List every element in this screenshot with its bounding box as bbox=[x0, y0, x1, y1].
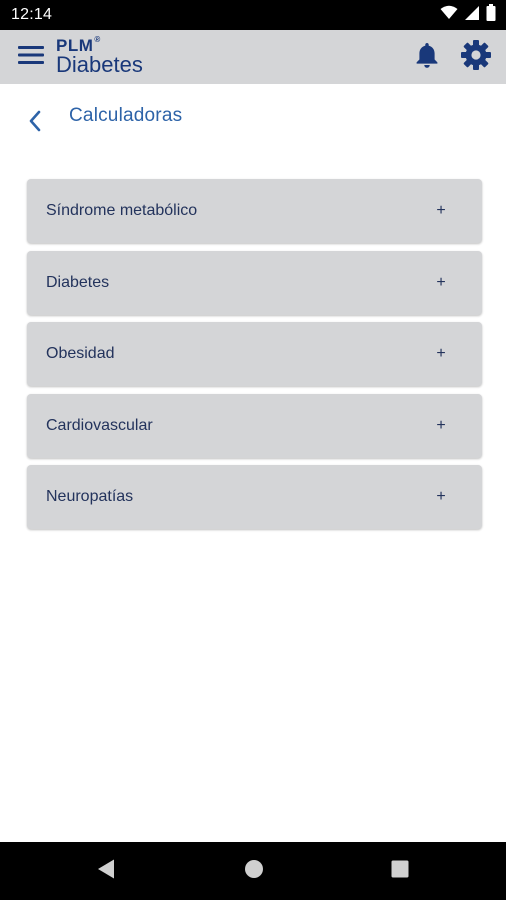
battery-icon bbox=[486, 4, 496, 26]
settings-button[interactable] bbox=[459, 39, 493, 76]
calculator-item-label: Cardiovascular bbox=[46, 416, 153, 434]
system-nav-bar bbox=[0, 842, 506, 900]
logo-product: Diabetes bbox=[56, 52, 143, 77]
expand-plus-icon[interactable]: + bbox=[433, 202, 449, 220]
menu-button[interactable] bbox=[16, 44, 46, 70]
calculator-item-neuropatias[interactable]: Neuropatías + bbox=[27, 465, 482, 529]
back-button[interactable] bbox=[20, 106, 50, 140]
expand-plus-icon[interactable]: + bbox=[433, 274, 449, 292]
notifications-button[interactable] bbox=[412, 42, 442, 72]
signal-icon bbox=[464, 5, 480, 26]
wifi-icon bbox=[440, 5, 458, 25]
app-bar: PLM® Diabetes bbox=[0, 30, 506, 84]
expand-plus-icon[interactable]: + bbox=[433, 417, 449, 435]
calculator-item-diabetes[interactable]: Diabetes + bbox=[27, 250, 482, 315]
back-triangle-icon bbox=[96, 858, 116, 885]
calculator-list: Síndrome metabólico + Diabetes + Obesida… bbox=[27, 179, 482, 537]
home-circle-icon bbox=[244, 859, 264, 884]
chevron-left-icon bbox=[27, 109, 43, 138]
calculator-item-cardiovascular[interactable]: Cardiovascular + bbox=[27, 393, 482, 458]
status-icons bbox=[440, 4, 496, 26]
logo-registered-mark: ® bbox=[94, 35, 101, 44]
gear-icon bbox=[460, 39, 492, 76]
calculator-item-sindrome-metabolico[interactable]: Síndrome metabólico + bbox=[27, 179, 482, 243]
expand-plus-icon[interactable]: + bbox=[433, 488, 449, 506]
calculator-item-obesidad[interactable]: Obesidad + bbox=[27, 322, 482, 386]
nav-home-button[interactable] bbox=[224, 842, 284, 900]
expand-plus-icon[interactable]: + bbox=[433, 345, 449, 363]
calculator-item-label: Diabetes bbox=[46, 273, 110, 291]
menu-icon bbox=[17, 44, 45, 71]
nav-recents-button[interactable] bbox=[370, 842, 430, 900]
calculator-item-label: Obesidad bbox=[46, 345, 115, 362]
recents-square-icon bbox=[391, 860, 409, 883]
status-bar: 12:14 bbox=[0, 0, 506, 30]
nav-back-button[interactable] bbox=[76, 842, 136, 900]
bell-icon bbox=[414, 41, 440, 74]
app-logo: PLM® Diabetes bbox=[56, 35, 143, 77]
page-title: Calculadoras bbox=[69, 105, 183, 126]
status-time: 12:14 bbox=[11, 6, 53, 23]
calculator-item-label: Neuropatías bbox=[46, 488, 134, 505]
calculator-item-label: Síndrome metabólico bbox=[46, 202, 198, 219]
